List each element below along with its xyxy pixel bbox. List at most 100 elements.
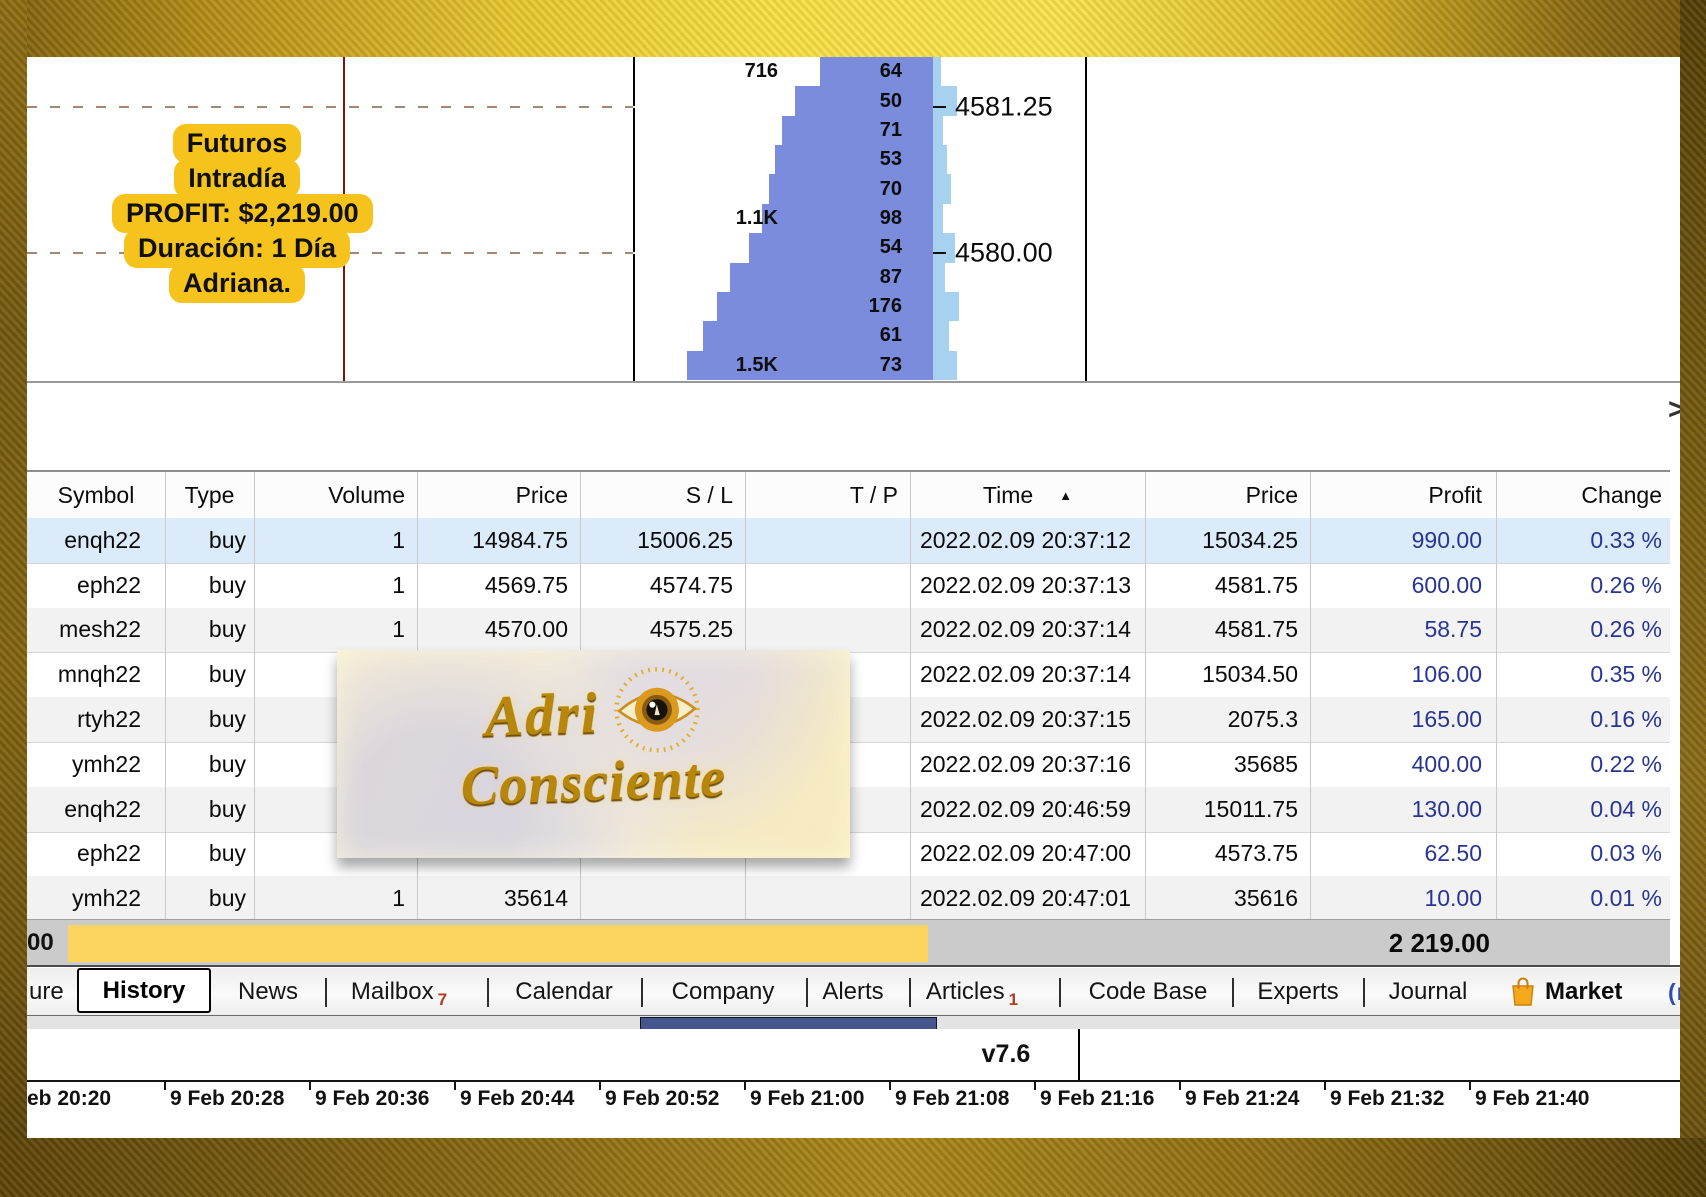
table-row[interactable]: eph22buy14569.754574.752022.02.09 20:37:… bbox=[27, 563, 1670, 609]
cell-volume: 1 bbox=[254, 563, 417, 608]
market-button[interactable]: Market bbox=[1510, 967, 1622, 1017]
ladder-row: 50 bbox=[633, 86, 933, 115]
table-row[interactable]: mesh22buy14570.004575.252022.02.09 20:37… bbox=[27, 608, 1670, 654]
cell-t-p bbox=[745, 563, 910, 608]
time-tick bbox=[309, 1082, 311, 1090]
ladder-row: 70 bbox=[633, 174, 933, 203]
cell-type: buy bbox=[165, 563, 254, 608]
time-axis-label: 9 Feb 21:24 bbox=[1185, 1087, 1299, 1111]
tab-calendar[interactable]: Calendar bbox=[515, 967, 612, 1017]
tab-separator bbox=[1059, 978, 1061, 1007]
cell-symbol: eph22 bbox=[27, 563, 165, 608]
cell-symbol: rtyh22 bbox=[27, 697, 165, 742]
volume-bar bbox=[795, 86, 933, 115]
column-header-t-p[interactable]: T / P bbox=[745, 472, 910, 518]
cell-time: 2022.02.09 20:47:01 bbox=[910, 876, 1145, 921]
time-tick bbox=[454, 1082, 456, 1090]
profit-badge-line-0: Futuros bbox=[173, 124, 302, 163]
watermark-text-line2: Consciente bbox=[460, 745, 727, 818]
volume-bar bbox=[769, 174, 933, 203]
column-header-s-l[interactable]: S / L bbox=[580, 472, 745, 518]
ladder-volume-value: 64 bbox=[880, 57, 902, 86]
time-tick bbox=[1034, 1082, 1036, 1090]
time-axis-label: 9 Feb 20:28 bbox=[170, 1087, 284, 1111]
table-header-row[interactable]: SymbolTypeVolumePriceS / LT / PTime▲Pric… bbox=[27, 472, 1670, 519]
tab-experts[interactable]: Experts bbox=[1257, 967, 1338, 1017]
cell-type: buy bbox=[165, 608, 254, 653]
tab-journal[interactable]: Journal bbox=[1389, 967, 1468, 1017]
ladder-volume-value: 98 bbox=[880, 204, 902, 233]
tab-company[interactable]: Company bbox=[672, 967, 775, 1017]
cell-type: buy bbox=[165, 652, 254, 697]
time-axis-line[interactable] bbox=[27, 1080, 1680, 1082]
column-header-symbol[interactable]: Symbol bbox=[27, 472, 165, 518]
adri-consciente-watermark: Adri Consciente bbox=[337, 650, 850, 858]
column-header-time[interactable]: Time▲ bbox=[910, 472, 1145, 518]
cell-profit: 400.00 bbox=[1310, 742, 1496, 787]
cell-time: 2022.02.09 20:37:15 bbox=[910, 697, 1145, 742]
time-tick bbox=[889, 1082, 891, 1090]
table-row[interactable]: ymh22buy1356142022.02.09 20:47:013561610… bbox=[27, 876, 1670, 922]
cell-profit: 990.00 bbox=[1310, 518, 1496, 563]
tab-code-base[interactable]: Code Base bbox=[1089, 967, 1208, 1017]
volume-bar-light bbox=[933, 204, 943, 233]
time-axis-label: 9 Feb 20:44 bbox=[460, 1087, 574, 1111]
profit-badge-line-2: PROFIT: $2,219.00 bbox=[112, 194, 373, 233]
ladder-row: 61 bbox=[633, 321, 933, 350]
volume-bar-light bbox=[933, 116, 943, 145]
shopping-bag-icon bbox=[1510, 977, 1536, 1007]
column-header-volume[interactable]: Volume bbox=[254, 472, 417, 518]
profit-badge-line-3: Duración: 1 Día bbox=[124, 229, 350, 268]
cell-time: 2022.02.09 20:37:14 bbox=[910, 608, 1145, 653]
cell-t-p bbox=[745, 876, 910, 921]
table-row[interactable]: enqh22buy114984.7515006.252022.02.09 20:… bbox=[27, 518, 1670, 564]
cell-s-l: 15006.25 bbox=[580, 518, 745, 563]
dashed-gridline bbox=[27, 106, 633, 108]
tab-unread-badge: 7 bbox=[438, 990, 447, 1010]
column-header-profit[interactable]: Profit bbox=[1310, 472, 1496, 518]
tab-exposure-cut[interactable]: ure bbox=[29, 967, 64, 1017]
cell-change: 0.22 % bbox=[1496, 742, 1670, 787]
ladder-volume-value: 53 bbox=[880, 145, 902, 174]
tab-history-active[interactable]: History bbox=[77, 968, 211, 1013]
tab-mailbox[interactable]: Mailbox7 bbox=[351, 967, 447, 1017]
profit-badge-line-1: Intradía bbox=[174, 159, 300, 198]
column-separator bbox=[165, 472, 166, 922]
profit-badge-line-4: Adriana. bbox=[169, 264, 305, 303]
column-header-change[interactable]: Change bbox=[1496, 472, 1670, 518]
column-header-price[interactable]: Price bbox=[1145, 472, 1310, 518]
volume-bar-light bbox=[933, 351, 957, 380]
tab-news[interactable]: News bbox=[238, 967, 298, 1017]
volume-bar-light bbox=[933, 86, 957, 115]
tab-separator bbox=[909, 978, 911, 1007]
time-axis-label: 9 Feb 20:52 bbox=[605, 1087, 719, 1111]
time-axis-label: 9 Feb 21:40 bbox=[1475, 1087, 1589, 1111]
cell-s-l bbox=[580, 876, 745, 921]
ladder-volume-value: 73 bbox=[880, 351, 902, 380]
tab-separator bbox=[806, 978, 808, 1007]
cell-symbol: mesh22 bbox=[27, 608, 165, 653]
volume-bar-light bbox=[933, 233, 955, 262]
column-separator bbox=[1310, 472, 1311, 922]
cell-symbol: eph22 bbox=[27, 832, 165, 877]
cell-time: 2022.02.09 20:37:16 bbox=[910, 742, 1145, 787]
cell-s-l: 4574.75 bbox=[580, 563, 745, 608]
tab-alerts[interactable]: Alerts bbox=[822, 967, 883, 1017]
cell-price: 14984.75 bbox=[417, 518, 580, 563]
volume-bar-light bbox=[933, 292, 959, 321]
cell-symbol: enqh22 bbox=[27, 787, 165, 832]
ladder-volume-value: 50 bbox=[880, 86, 902, 115]
ladder-volume-value: 61 bbox=[880, 321, 902, 350]
volume-bar-light bbox=[933, 263, 945, 292]
column-separator bbox=[1496, 472, 1497, 922]
volume-bar bbox=[820, 57, 933, 86]
price-label: 4580.00 bbox=[955, 238, 1053, 269]
horizontal-scrollbar[interactable] bbox=[27, 1015, 1680, 1030]
tab-articles[interactable]: Articles1 bbox=[926, 967, 1018, 1017]
column-header-price[interactable]: Price bbox=[417, 472, 580, 518]
tab-unread-badge: 1 bbox=[1009, 990, 1018, 1010]
time-axis-label: 9 Feb 21:00 bbox=[750, 1087, 864, 1111]
cell-price: 4570.00 bbox=[417, 608, 580, 653]
column-header-type[interactable]: Type bbox=[165, 472, 254, 518]
cell-price: 15034.25 bbox=[1145, 518, 1310, 563]
